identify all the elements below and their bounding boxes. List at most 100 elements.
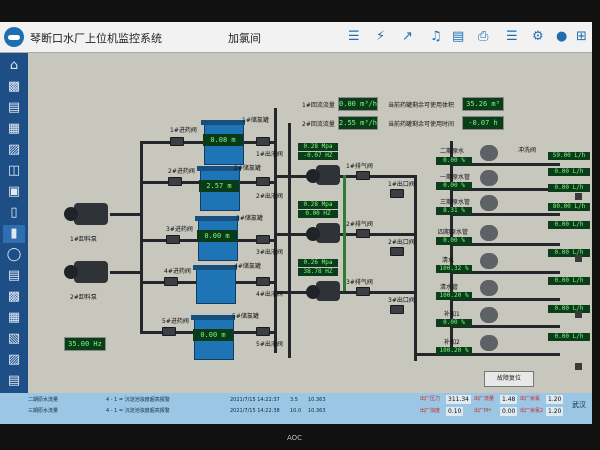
alarm-row[interactable]: 二期原水流量 4 - 1 = 沉淀池浊度超高报警 2021/7/15 14:22…: [28, 396, 328, 405]
dosing-point-7-tank[interactable]: [480, 307, 498, 323]
dosing-pump-2-pressure: 0.28 Mpa: [298, 201, 338, 209]
outlet-valve-1[interactable]: [256, 137, 270, 146]
pump-outlet-valve-3-label: 3#出口阀: [388, 297, 415, 304]
table-icon[interactable]: ▦: [3, 309, 25, 327]
dosing-point-8-name: 补加2: [444, 339, 460, 346]
alarm-value-2: 10.363: [308, 397, 326, 403]
dosing-pump-3[interactable]: [306, 281, 340, 301]
equipment-icon[interactable]: ◫: [3, 162, 25, 180]
lightning-icon[interactable]: ⚡: [376, 29, 385, 45]
user-icon[interactable]: ●: [556, 29, 567, 45]
tank-volume-label: 当前药罐剩余可使用体积: [388, 102, 455, 109]
dosing-point-2-name: 一期原水管: [440, 174, 471, 181]
dosing-point-3-flow: 8.31 %: [436, 207, 472, 215]
dosing-point-5-tank[interactable]: [480, 253, 498, 269]
dosing-point-4-tank[interactable]: [480, 225, 498, 241]
dosing-point-8-tank[interactable]: [480, 335, 498, 351]
flow-label-2: 2#回流流量: [302, 121, 335, 128]
tank-1-level: 0.08 m: [203, 134, 243, 146]
pump-outlet-valve-1[interactable]: [390, 189, 404, 198]
inlet-valve-3[interactable]: [166, 235, 180, 244]
building-icon[interactable]: ▤: [3, 99, 25, 117]
tank-1[interactable]: 0.08 m: [201, 120, 245, 165]
flow-label-1: 1#回流流量: [302, 102, 335, 109]
hierarchy-icon[interactable]: ☰: [348, 29, 360, 45]
exhaust-valve-2[interactable]: [356, 229, 370, 238]
outlet-valve-5-label: 5#出液阀: [256, 341, 283, 348]
exhaust-valve-1[interactable]: [356, 171, 370, 180]
status-indicator: [575, 255, 582, 262]
grid-icon[interactable]: ▦: [3, 120, 25, 138]
outlet-valve-3[interactable]: [256, 235, 270, 244]
dosing-pump-1[interactable]: [306, 165, 340, 185]
tank-3-level: 0.00 m: [197, 230, 237, 242]
outlet-valve-4[interactable]: [256, 277, 270, 286]
tank-5[interactable]: 0.00 m: [191, 315, 235, 360]
inlet-valve-2[interactable]: [168, 177, 182, 186]
storage-icon[interactable]: ▨: [3, 351, 25, 369]
tank-4[interactable]: [193, 265, 237, 304]
alarm-row[interactable]: 三期原水流量 4 - 1 = 沉淀池浊度超高报警 2021/7/15 14:22…: [28, 407, 328, 416]
flow-value-1: 0.00 m³/h: [338, 97, 378, 111]
document-icon[interactable]: ▯: [3, 204, 25, 222]
outlet-valve-5[interactable]: [256, 327, 270, 336]
document-icon[interactable]: ▤: [452, 29, 464, 45]
unload-pump-1[interactable]: [64, 203, 108, 225]
dosing-point-3-tank[interactable]: [480, 195, 498, 211]
stats-side-label: 武汉: [572, 401, 586, 409]
bell-icon[interactable]: ♫: [430, 29, 442, 45]
pump2-pipe: [110, 271, 142, 274]
stat-value: 1.20: [546, 395, 564, 404]
screen-icon[interactable]: ▣: [3, 183, 25, 201]
outlet-valve-3-label: 3#出液阀: [256, 249, 283, 256]
dosing-point-2-tank[interactable]: [480, 170, 498, 186]
pump-outlet-valve-3[interactable]: [390, 305, 404, 314]
gear-icon[interactable]: ⚙: [532, 29, 544, 45]
meter-icon[interactable]: ▤: [3, 267, 25, 285]
pump-outlet-valve-2-label: 2#出口阀: [388, 239, 415, 246]
alarm-value-1: 10.0: [290, 408, 302, 414]
dosing-point-1-flow: 0.00 %: [436, 157, 472, 165]
factory-icon[interactable]: ▩: [3, 78, 25, 96]
outlet-valve-1-label: 1#出液阀: [256, 151, 283, 158]
right-readout-7: 0.00 L/h: [548, 277, 590, 285]
dosing-pump-2[interactable]: [306, 223, 340, 243]
header-pipe-3: [274, 291, 414, 294]
unload-frequency: 35.00 Hz: [64, 337, 106, 351]
panel-icon[interactable]: ▨: [3, 141, 25, 159]
menu-icon[interactable]: ☰: [506, 29, 518, 45]
return-manifold: [288, 123, 291, 358]
stat-label: 出厂PH: [474, 408, 491, 414]
dosing-point-6-tank[interactable]: [480, 280, 498, 296]
tank-2[interactable]: 2.57 m: [197, 166, 241, 211]
dosing-point-4-flow: 0.00 %: [436, 237, 472, 245]
exit-icon[interactable]: ⊞: [576, 29, 587, 45]
exhaust-valve-3[interactable]: [356, 287, 370, 296]
stat-label: 出厂浊度: [420, 408, 441, 414]
valve-icon[interactable]: ▧: [3, 330, 25, 348]
bicycle-icon[interactable]: ◯: [3, 246, 25, 264]
config-icon[interactable]: ▤: [3, 372, 25, 390]
tank-3[interactable]: 0.00 m: [195, 216, 239, 261]
tank-time-label: 当前药罐剩余可使用时间: [388, 121, 455, 128]
outlet-valve-2[interactable]: [256, 177, 270, 186]
dosing-pump-3-freq: 38.78 HZ: [298, 268, 338, 276]
inlet-valve-5[interactable]: [162, 327, 176, 336]
fault-reset-button[interactable]: 故障复位: [484, 371, 534, 387]
battery-icon[interactable]: ▮: [3, 225, 25, 243]
inlet-valve-4[interactable]: [164, 277, 178, 286]
tank-volume-value: 35.26 m³: [462, 97, 504, 111]
inlet-valve-1[interactable]: [170, 137, 184, 146]
inlet-valve-2-label: 2#进药阀: [168, 168, 195, 175]
home-icon[interactable]: ⌂: [3, 57, 25, 75]
tank-5-label: 5#储氯罐: [232, 313, 259, 320]
chart-icon[interactable]: ▩: [3, 288, 25, 306]
pump-outlet-valve-2[interactable]: [390, 247, 404, 256]
unload-pump-2[interactable]: [64, 261, 108, 283]
alarm-source: 二期原水流量: [28, 397, 59, 403]
print-icon[interactable]: ⎙: [478, 29, 488, 45]
stat-value: 1.20: [546, 407, 564, 416]
trend-icon[interactable]: ↗: [402, 29, 413, 45]
dosing-point-1-tank[interactable]: [480, 145, 498, 161]
outlet-manifold: [274, 108, 277, 353]
